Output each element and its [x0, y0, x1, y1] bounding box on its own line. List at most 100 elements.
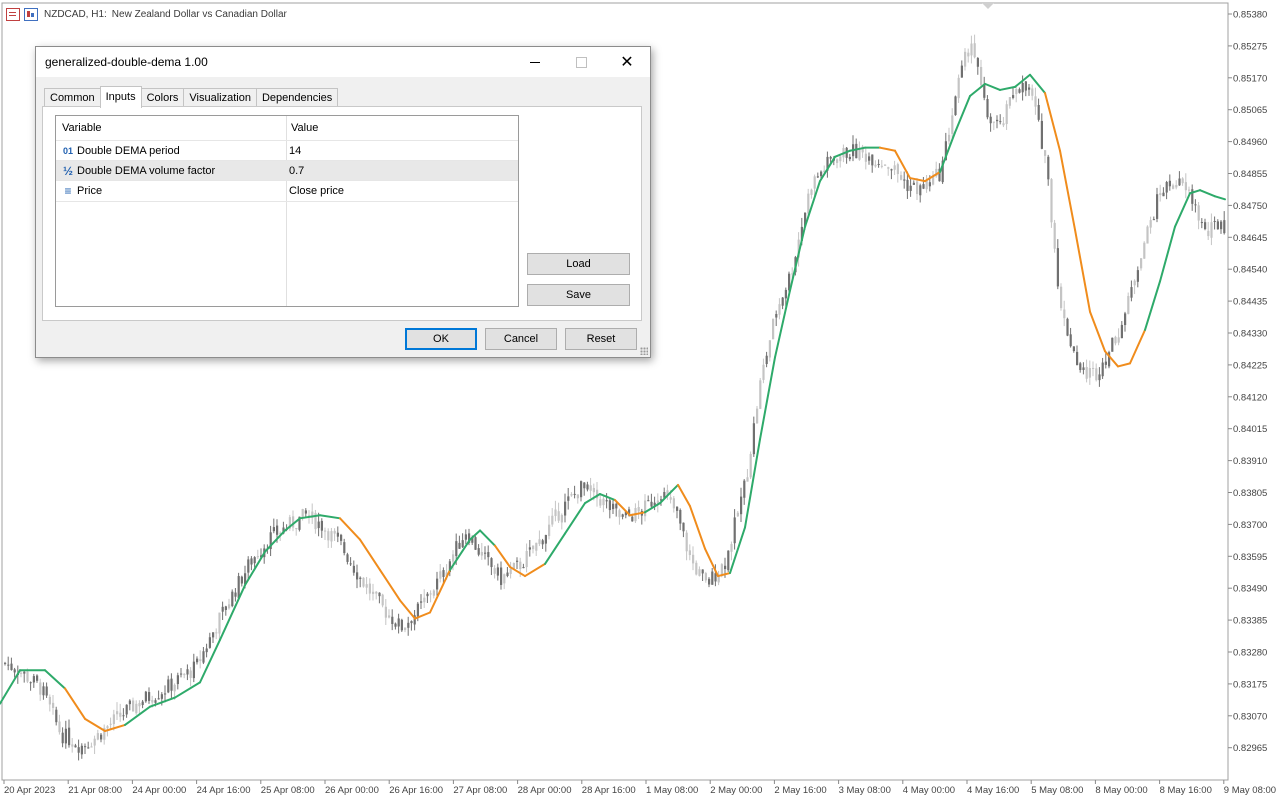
- candle-body: [381, 594, 384, 606]
- candle-body: [874, 164, 877, 167]
- tab-visualization[interactable]: Visualization: [183, 88, 257, 107]
- chart-header: NZDCAD, H1: New Zealand Dollar vs Canadi…: [6, 6, 287, 22]
- candle-body: [1184, 182, 1187, 191]
- y-axis-label: 0.83070: [1233, 711, 1267, 722]
- dema-line-segment: [1059, 149, 1076, 231]
- candle-body: [327, 531, 330, 541]
- input-row-period[interactable]: 01 Double DEMA period 14: [56, 140, 518, 161]
- candle-body: [365, 584, 368, 588]
- candle-body: [1156, 194, 1159, 219]
- candle-body: [1140, 258, 1143, 269]
- y-axis-label: 0.83490: [1233, 584, 1267, 595]
- input-name: Price: [77, 185, 103, 197]
- candle-body: [388, 615, 391, 618]
- close-button[interactable]: ✕: [604, 47, 650, 77]
- candle-body: [349, 563, 352, 565]
- column-value[interactable]: Value: [291, 122, 318, 134]
- load-button[interactable]: Load: [527, 253, 630, 275]
- candle-body: [903, 179, 906, 181]
- candle-body: [394, 623, 397, 627]
- candle-body: [612, 503, 615, 510]
- tab-dependencies[interactable]: Dependencies: [255, 88, 339, 107]
- candle-body: [106, 726, 109, 729]
- scroll-marker-icon[interactable]: [982, 3, 994, 9]
- dema-line-segment: [671, 483, 679, 492]
- candle-body: [199, 659, 202, 661]
- candle-body: [599, 499, 602, 506]
- candle-body: [253, 557, 256, 564]
- maximize-icon: [575, 56, 587, 68]
- chart-description: New Zealand Dollar vs Canadian Dollar: [111, 8, 287, 20]
- candle-body: [973, 43, 976, 58]
- candle-body: [1053, 222, 1056, 249]
- candle-body: [887, 167, 890, 169]
- x-axis-label: 26 Apr 00:00: [325, 785, 379, 796]
- candle-body: [1207, 230, 1210, 237]
- x-axis-label: 21 Apr 08:00: [68, 785, 122, 796]
- candle-body: [167, 679, 170, 693]
- candle-body: [272, 527, 275, 532]
- input-value[interactable]: 14: [289, 145, 301, 157]
- candle-body: [839, 156, 842, 162]
- indicator-properties-dialog[interactable]: generalized-double-dema 1.00 ✕ Common In…: [35, 46, 651, 358]
- candle-body: [439, 571, 442, 579]
- candle-body: [1168, 180, 1171, 187]
- candle-body: [900, 175, 903, 180]
- candle-body: [1021, 82, 1024, 93]
- dialog-titlebar[interactable]: generalized-double-dema 1.00 ✕: [36, 47, 650, 77]
- candle-body: [384, 606, 387, 618]
- resize-grip-icon[interactable]: [640, 347, 648, 355]
- y-axis-label: 0.85275: [1233, 41, 1267, 52]
- candle-body: [1127, 296, 1130, 314]
- candle-body: [250, 558, 253, 565]
- candle-body: [74, 745, 77, 748]
- candle-body: [871, 154, 874, 166]
- candle-body: [519, 561, 522, 570]
- candle-body: [125, 704, 128, 715]
- chart-menu-icon[interactable]: [6, 7, 20, 21]
- candle-body: [759, 380, 762, 409]
- candle-body: [362, 577, 365, 587]
- y-axis-label: 0.84540: [1233, 265, 1267, 276]
- tab-inputs[interactable]: Inputs: [99, 86, 142, 108]
- candle-body: [378, 592, 381, 597]
- maximize-button[interactable]: [558, 47, 604, 77]
- candle-body: [1095, 368, 1098, 381]
- candle-body: [672, 498, 675, 509]
- dema-line-segment: [789, 225, 806, 292]
- tab-colors[interactable]: Colors: [140, 88, 185, 107]
- candle-body: [112, 714, 115, 725]
- candle-body: [695, 562, 698, 575]
- input-row-price[interactable]: ≡ Price Close price: [56, 180, 518, 202]
- dema-line-segment: [399, 599, 416, 620]
- save-button[interactable]: Save: [527, 284, 630, 306]
- candle-body: [746, 477, 749, 482]
- dema-line-segment: [174, 681, 201, 699]
- candle-body: [480, 551, 483, 556]
- candle-body: [304, 510, 307, 514]
- input-row-volume-factor[interactable]: ½ Double DEMA volume factor 0.7: [56, 160, 518, 181]
- input-value[interactable]: Close price: [289, 185, 344, 197]
- ok-button[interactable]: OK: [405, 328, 477, 350]
- dema-line-segment: [969, 82, 986, 98]
- tab-common[interactable]: Common: [44, 88, 101, 107]
- column-variable[interactable]: Variable: [62, 122, 102, 134]
- candle-body: [567, 496, 570, 501]
- chart-type-icon[interactable]: [24, 7, 38, 21]
- inputs-grid: Variable Value 01 Double DEMA period 14 …: [55, 115, 519, 307]
- candle-body: [186, 669, 189, 675]
- candle-body: [525, 551, 528, 568]
- candle-body: [189, 670, 192, 678]
- cancel-button[interactable]: Cancel: [485, 328, 557, 350]
- input-value[interactable]: 0.7: [289, 165, 304, 177]
- minimize-button[interactable]: [512, 47, 558, 77]
- candle-body: [1213, 220, 1216, 222]
- candle-body: [964, 51, 967, 67]
- candle-body: [615, 503, 618, 509]
- candle-body: [576, 494, 579, 499]
- reset-button[interactable]: Reset: [565, 328, 637, 350]
- candle-body: [10, 663, 13, 670]
- candle-body: [733, 517, 736, 544]
- candle-body: [509, 568, 512, 574]
- x-axis-label: 26 Apr 16:00: [389, 785, 443, 796]
